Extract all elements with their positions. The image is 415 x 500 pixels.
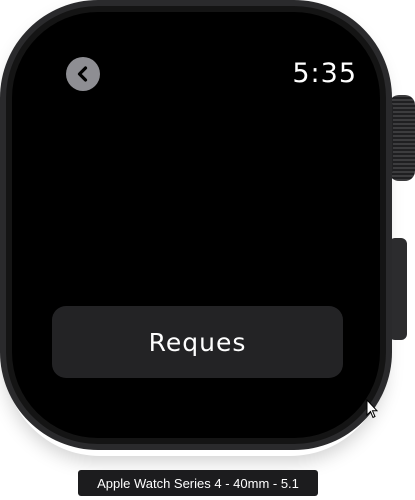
mouse-cursor-icon bbox=[366, 399, 378, 419]
chevron-left-icon bbox=[77, 66, 88, 82]
request-button-label: Reques bbox=[148, 327, 247, 357]
back-button[interactable] bbox=[66, 57, 100, 91]
status-time: 5:35 bbox=[292, 58, 357, 89]
request-button[interactable]: Reques bbox=[52, 306, 343, 378]
simulator-device-label: Apple Watch Series 4 - 40mm - 5.1 bbox=[78, 470, 318, 496]
digital-crown[interactable] bbox=[385, 95, 415, 181]
